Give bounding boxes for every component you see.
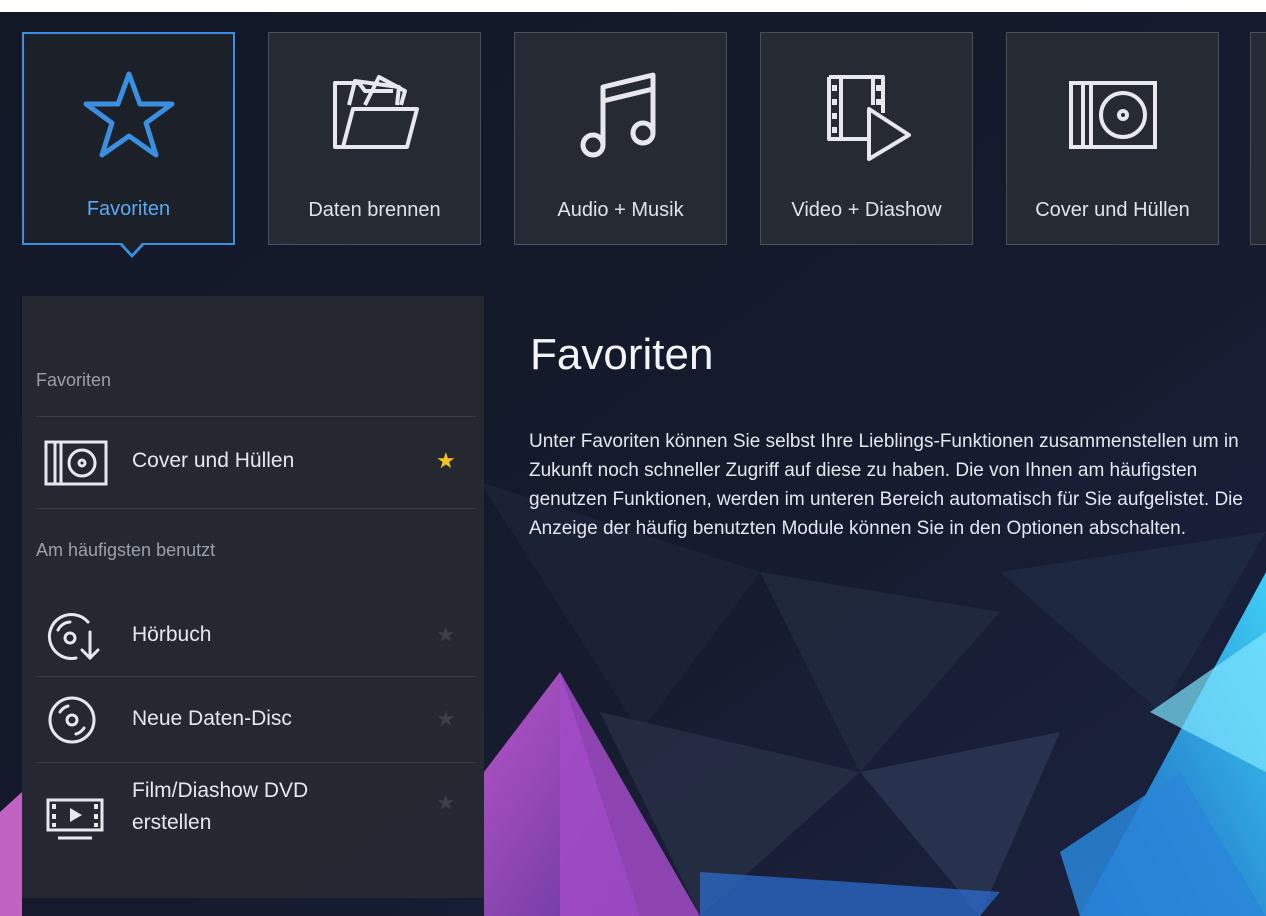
favorites-panel: Favoriten Cover und Hüllen ★ Am häufigst… [22,296,484,898]
tile-label: Video + Diashow [791,199,942,221]
divider [36,508,476,509]
list-item-neue-daten-disc[interactable]: Neue Daten-Disc ★ [22,686,484,758]
window-top-edge [0,0,1266,12]
page-description: Unter Favoriten können Sie selbst Ihre L… [529,431,1243,539]
tile-next-partial[interactable] [1250,32,1266,245]
list-item-hoerbuch[interactable]: Hörbuch ★ [22,600,484,672]
audiobook-disc-icon [47,612,100,661]
tile-audio-musik[interactable]: Audio + Musik [514,32,727,245]
list-item-label: Cover und Hüllen [132,449,295,472]
tile-label: Daten brennen [308,199,441,221]
favorite-star-icon[interactable]: ★ [436,448,456,474]
list-item-label: Film/Diashow DVD [132,779,309,802]
list-item-film-diashow-dvd[interactable]: Film/Diashow DVD erstellen ★ [22,772,484,862]
tile-daten-brennen[interactable]: Daten brennen [268,32,481,245]
cover-disc-icon [1068,81,1157,149]
divider [36,676,476,677]
list-item-label: Neue Daten-Disc [132,707,292,730]
dvd-video-icon [46,798,104,840]
list-item-label-line2: erstellen [132,811,212,834]
favorite-star-icon[interactable]: ★ [436,706,456,732]
tile-video-diashow[interactable]: Video + Diashow [760,32,973,245]
favorite-star-icon[interactable]: ★ [436,790,456,816]
tile-label: Cover und Hüllen [1035,199,1190,221]
tile-favoriten[interactable]: Favoriten [22,32,235,245]
divider [36,762,476,763]
tile-cover-huellen[interactable]: Cover und Hüllen [1006,32,1219,245]
tile-label: Audio + Musik [557,199,684,221]
data-disc-icon [48,696,96,744]
film-play-icon [826,75,911,161]
list-item-label: Hörbuch [132,623,212,646]
section-heading-favoriten: Favoriten [36,370,112,390]
page-title: Favoriten [530,330,714,379]
favorite-star-icon[interactable]: ★ [436,622,456,648]
cover-disc-icon [44,440,108,486]
folder-icon [332,75,419,149]
list-item-cover-huellen[interactable]: Cover und Hüllen ★ [22,428,484,500]
star-icon [83,71,174,158]
active-tile-pointer-fill [122,243,142,254]
tile-label: Favoriten [86,198,171,220]
divider [36,416,476,417]
section-heading-most-used: Am häufigsten benutzt [36,540,216,560]
app-window: Favoriten Daten brennen Audio + Musik Vi… [0,0,1266,916]
music-note-icon [580,72,655,158]
